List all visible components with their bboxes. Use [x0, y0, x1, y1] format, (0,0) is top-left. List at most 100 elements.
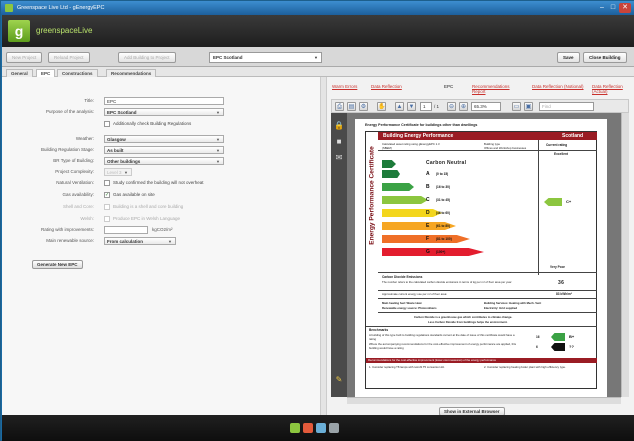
minimize-icon[interactable]: –	[597, 3, 607, 13]
carbon-note-1: Carbon Dioxide is a greenhouse gas which…	[414, 315, 513, 319]
fit-page-icon[interactable]: ▭	[512, 102, 521, 111]
chevron-down-icon: ▼	[168, 239, 172, 244]
band-letter: B	[426, 184, 430, 190]
tools-icon[interactable]: ⚙	[359, 102, 368, 111]
zoom-in-icon[interactable]: ⊕	[459, 102, 468, 111]
find-input[interactable]: Find	[539, 102, 594, 111]
pdf-horizontal-scrollbar[interactable]	[347, 397, 621, 404]
complexity-select[interactable]: Level 3 ▼	[104, 168, 132, 176]
shell-checkbox[interactable]	[104, 204, 110, 210]
welsh-row: Welsh: Produce EPC in Welsh Language	[2, 215, 320, 223]
purpose-select[interactable]: EPC Scotland ▼	[104, 108, 224, 116]
report-tab-data-reflection[interactable]: Data Reflection	[371, 84, 402, 89]
report-panel: Warm Errors Data Reflection EPC Recommen…	[327, 77, 634, 416]
pdf-sidebar: 🔒 ■ ✉ ✎	[331, 113, 347, 397]
zoom-select[interactable]: 65.3%	[471, 102, 501, 111]
report-tab-data-reflection-actual[interactable]: Data Reflection (Actual)	[592, 84, 634, 94]
pages-icon[interactable]: ■	[334, 137, 344, 147]
natvent-check-label: Study confirmed the building will not ov…	[113, 180, 204, 185]
dock-building-icon[interactable]	[316, 423, 326, 433]
report-tab-data-reflection-notional[interactable]: Data Reflection (Notional)	[532, 84, 592, 89]
benchmark-2-text: Where the accompanying recommendations f…	[369, 342, 517, 350]
zoom-out-icon[interactable]: ⊖	[447, 102, 456, 111]
close-building-button[interactable]: Close Building	[583, 52, 627, 63]
co2-text: The number refers to the calculated carb…	[382, 280, 512, 284]
comment-icon[interactable]: ✎	[334, 375, 344, 385]
very-poor-label: Very Poor	[550, 265, 565, 269]
band-letter: A	[426, 171, 430, 177]
renewable-row: Main renewable source: From calculation ▼	[2, 237, 320, 245]
stage-select[interactable]: As built ▼	[104, 146, 224, 154]
maximize-icon[interactable]: □	[608, 3, 618, 13]
band-range: (0 to 15)	[436, 172, 449, 176]
previous-page-icon[interactable]: ▲	[395, 102, 404, 111]
type-row: BR Type of Building: Other buildings ▼	[2, 157, 320, 165]
addl-check-checkbox[interactable]	[104, 121, 110, 127]
panel-splitter[interactable]	[320, 77, 327, 415]
dock-report-icon[interactable]	[303, 423, 313, 433]
recommendation-2: 2. Consider replacing heating boiler pla…	[484, 365, 566, 369]
new-project-button[interactable]: New Project	[6, 52, 43, 63]
shell-row: Shell and Core: Building is a shell and …	[2, 203, 320, 211]
title-row: Title: EPC	[2, 97, 320, 105]
type-select[interactable]: Other buildings ▼	[104, 157, 224, 165]
carbon-neutral-band	[382, 160, 396, 168]
app-header: g greenspaceLive	[2, 15, 634, 47]
type-label: BR Type of Building:	[53, 158, 94, 163]
tab-recommendations[interactable]: Recommendations	[106, 69, 157, 77]
excellent-label: Excellent	[554, 152, 568, 156]
recommendations-bar: Recommendations for the cost-effective i…	[366, 358, 597, 363]
dock-settings-icon[interactable]	[329, 423, 339, 433]
tab-constructions[interactable]: Constructions	[57, 69, 98, 77]
pdf-viewer[interactable]: Energy Performance Certificate for build…	[347, 113, 621, 397]
generate-epc-button[interactable]: Generate New EPC	[32, 260, 83, 269]
brand-name: greenspaceLive	[36, 26, 93, 35]
report-tab-recommendations[interactable]: Recommendations Report	[472, 84, 518, 94]
benchmark-1-arrow	[551, 333, 565, 341]
add-building-button[interactable]: Add Building to Project	[118, 52, 176, 63]
gas-label: Gas availability:	[62, 192, 94, 197]
title-label: Title:	[84, 98, 94, 103]
band-range: (46 to 60)	[436, 211, 450, 215]
pdf-vertical-scrollbar[interactable]	[621, 113, 629, 397]
current-rating-arrow	[544, 198, 562, 206]
band-range: (61 to 80)	[436, 224, 450, 228]
attachments-icon[interactable]: ✉	[334, 153, 344, 163]
page-number-input[interactable]: 1	[420, 102, 432, 111]
pdf-page: Energy Performance Certificate for build…	[355, 119, 607, 397]
title-bar: Greenspace Live Ltd - gEnergyEPC – □ ✕	[1, 1, 634, 15]
renewable-select[interactable]: From calculation ▼	[104, 237, 176, 245]
co2-title: Carbon Dioxide Emissions	[382, 275, 423, 279]
save-button[interactable]: Save	[557, 52, 580, 63]
lock-icon[interactable]: 🔒	[334, 121, 344, 131]
tab-general[interactable]: General	[6, 69, 33, 77]
gas-row: Gas availability: ✓ Gas available on sit…	[2, 191, 320, 199]
report-tab-warm-errors[interactable]: Warm Errors	[332, 84, 357, 89]
chevron-down-icon: ▼	[216, 159, 220, 164]
chevron-down-icon: ▼	[216, 137, 220, 142]
fit-width-icon[interactable]: ▣	[524, 102, 533, 111]
building-select[interactable]: EPC Scotland ▼	[209, 52, 322, 63]
band-letter: C	[426, 197, 430, 203]
welsh-checkbox[interactable]	[104, 216, 110, 222]
bottom-dock	[2, 415, 634, 441]
title-input[interactable]: EPC	[104, 97, 224, 105]
weather-select[interactable]: Glasgow ▼	[104, 135, 224, 143]
band-range: (16 to 30)	[436, 185, 450, 189]
band-c	[382, 196, 428, 204]
report-tab-epc[interactable]: EPC	[444, 84, 453, 89]
current-rating-label: Current rating	[546, 143, 568, 147]
hand-icon[interactable]: ✋	[377, 102, 386, 111]
print-icon[interactable]: ⎙	[335, 102, 344, 111]
next-page-icon[interactable]: ▼	[407, 102, 416, 111]
stage-row: Building Regulation Stage: As built ▼	[2, 146, 320, 154]
rating-input[interactable]	[104, 226, 148, 234]
natvent-checkbox[interactable]	[104, 180, 110, 186]
dock-home-icon[interactable]	[290, 423, 300, 433]
gas-checkbox[interactable]: ✓	[104, 192, 110, 198]
save-icon[interactable]: ▤	[347, 102, 356, 111]
close-icon[interactable]: ✕	[619, 3, 631, 13]
reload-project-button[interactable]: Reload Project	[48, 52, 90, 63]
band-a	[382, 170, 400, 178]
benchmark-1-band: B+	[569, 334, 575, 339]
